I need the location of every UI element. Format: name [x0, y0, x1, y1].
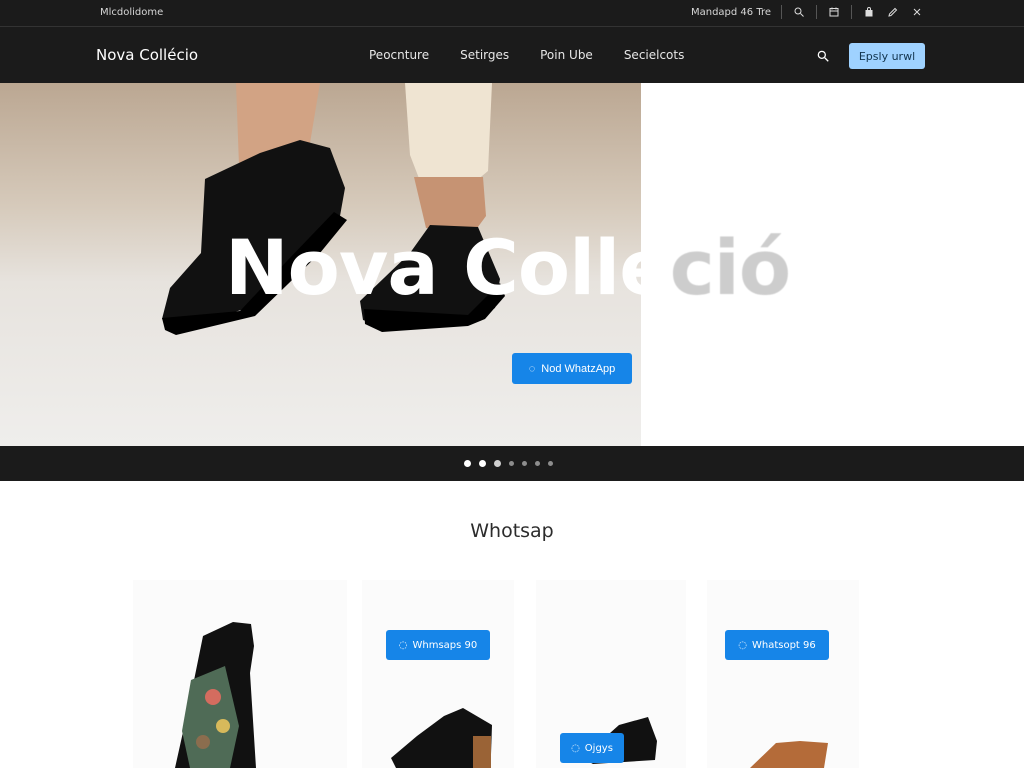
hero-banner: Nova Colleció ◌ Nod WhatzApp [0, 83, 1024, 446]
header-cta-button[interactable]: Epsly urwl [849, 43, 925, 69]
divider [851, 5, 852, 19]
chat-bubble-icon: ◌ [398, 639, 408, 651]
nav-item-4[interactable]: Secielcots [624, 48, 685, 62]
top-utility-bar: Mlcdolidome Mandapd 46 Tre [0, 0, 1024, 26]
black-oxford-image [391, 708, 492, 768]
carousel-dot[interactable] [535, 461, 540, 466]
calendar-icon[interactable] [827, 5, 841, 19]
hero-title-faded: ció [669, 223, 791, 312]
topbar-right: Mandapd 46 Tre [691, 5, 924, 19]
hero-title-main: Nova Colle [225, 223, 671, 312]
main-navigation: Nova Collécio Peocnture Setirges Poin Ub… [0, 26, 1024, 83]
nav-item-1[interactable]: Peocnture [369, 48, 429, 62]
search-icon[interactable] [816, 48, 830, 62]
carousel-dots [464, 460, 553, 467]
product-badge-label: Ojgys [584, 742, 613, 754]
carousel-dot[interactable] [479, 460, 486, 467]
carousel-dot[interactable] [522, 461, 527, 466]
brown-shoe-card[interactable] [707, 580, 859, 768]
search-icon[interactable] [792, 5, 806, 19]
nav-menu: Peocnture Setirges Poin Ube Secielcots [369, 48, 684, 62]
hero-whatsapp-button[interactable]: ◌ Nod WhatzApp [512, 353, 632, 384]
divider [816, 5, 817, 19]
hero-title: Nova Colleció [225, 218, 791, 318]
product-badge-whatsapp[interactable]: ◌ Whatsopt 96 [725, 630, 829, 660]
divider [781, 5, 782, 19]
tattoo-boot-card[interactable] [133, 580, 347, 768]
brand-logo[interactable]: Nova Collécio [96, 46, 198, 64]
chat-bubble-icon: ◌ [528, 362, 536, 375]
topbar-right-text[interactable]: Mandapd 46 Tre [691, 7, 771, 18]
brown-shoe-image [750, 741, 828, 768]
product-badge-small[interactable]: ◌ Ojgys [560, 733, 624, 763]
topbar-left-text: Mlcdolidome [100, 7, 164, 18]
black-oxford-card[interactable] [362, 580, 514, 768]
carousel-dot[interactable] [464, 460, 471, 467]
product-badge-whatsapp[interactable]: ◌ Whmsaps 90 [386, 630, 490, 660]
carousel-dot[interactable] [509, 461, 514, 466]
product-badge-label: Whmsaps 90 [412, 639, 478, 651]
product-badge-label: Whatsopt 96 [751, 639, 816, 651]
carousel-controls [0, 446, 1024, 481]
chat-bubble-icon: ◌ [571, 742, 580, 754]
carousel-dot[interactable] [494, 460, 501, 467]
close-icon[interactable] [910, 5, 924, 19]
bag-icon[interactable] [862, 5, 876, 19]
nav-item-3[interactable]: Poin Ube [540, 48, 593, 62]
tattoo-boot-image [175, 622, 256, 768]
section-title: Whotsap [470, 520, 554, 542]
chat-bubble-icon: ◌ [738, 639, 747, 651]
nav-item-2[interactable]: Setirges [460, 48, 509, 62]
edit-icon[interactable] [886, 5, 900, 19]
carousel-dot[interactable] [548, 461, 553, 466]
hero-button-label: Nod WhatzApp [541, 362, 616, 375]
